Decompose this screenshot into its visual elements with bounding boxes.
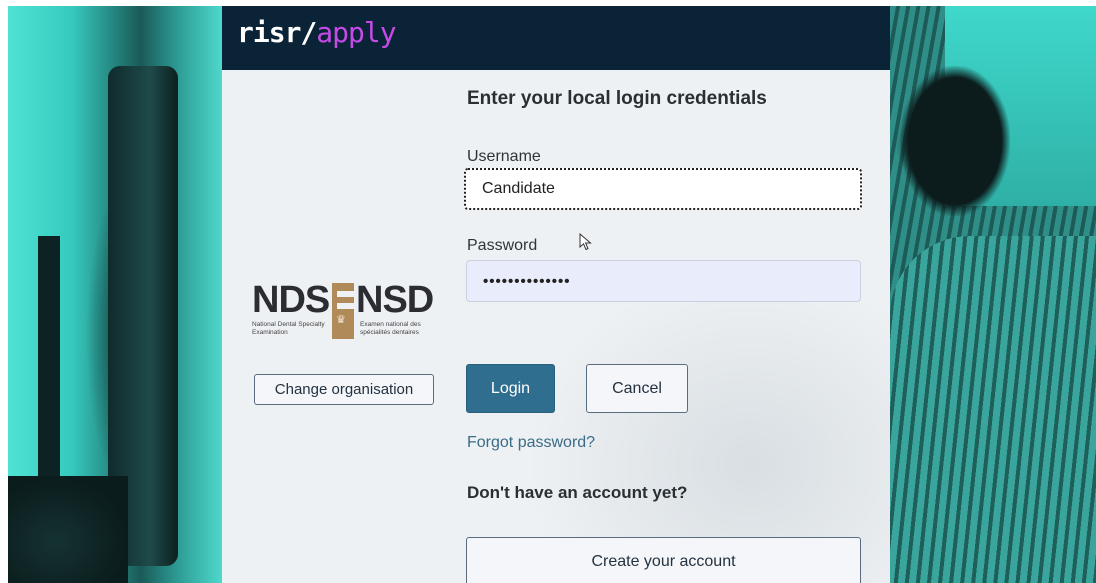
panel-watermark-photo bbox=[522, 266, 890, 583]
create-account-button[interactable]: Create your account bbox=[466, 537, 861, 583]
username-label: Username bbox=[467, 148, 541, 165]
password-label: Password bbox=[467, 237, 538, 254]
app-frame: risr/apply Enter your local login creden… bbox=[8, 6, 1096, 583]
crown-icon: ♛ bbox=[336, 314, 346, 326]
background-photo-left bbox=[8, 6, 222, 583]
mouse-pointer-icon bbox=[579, 233, 592, 251]
organisation-logo: NDS ♛ NSD National Dental Specialty Exam… bbox=[252, 279, 434, 349]
background-sweater bbox=[890, 236, 1096, 583]
logo-subtitle-french: Examen national des spécialités dentaire… bbox=[360, 321, 421, 336]
login-button[interactable]: Login bbox=[466, 364, 555, 413]
no-account-heading: Don't have an account yet? bbox=[467, 483, 688, 502]
username-input[interactable]: Candidate bbox=[464, 168, 862, 210]
background-keyboard bbox=[8, 476, 128, 583]
login-panel: risr/apply Enter your local login creden… bbox=[222, 6, 890, 583]
brand-logo-name: risr/ bbox=[237, 16, 317, 49]
logo-e-mark bbox=[332, 283, 354, 339]
background-photo-right bbox=[890, 6, 1096, 583]
logo-text-left: NDS bbox=[252, 279, 330, 321]
password-input[interactable]: •••••••••••••• bbox=[466, 260, 861, 302]
brand-logo: risr/apply bbox=[237, 16, 397, 49]
cancel-button[interactable]: Cancel bbox=[586, 364, 688, 413]
change-organisation-button[interactable]: Change organisation bbox=[254, 374, 434, 405]
forgot-password-link[interactable]: Forgot password? bbox=[467, 434, 595, 452]
brand-logo-product: apply bbox=[316, 16, 396, 49]
background-person bbox=[900, 66, 1010, 216]
logo-text-right: NSD bbox=[356, 279, 434, 321]
username-value: Candidate bbox=[482, 180, 555, 197]
logo-subtitle-english: National Dental Specialty Examination bbox=[252, 321, 325, 336]
login-heading: Enter your local login credentials bbox=[467, 88, 767, 109]
password-masked-value: •••••••••••••• bbox=[483, 272, 571, 290]
brand-bar: risr/apply bbox=[222, 6, 890, 70]
